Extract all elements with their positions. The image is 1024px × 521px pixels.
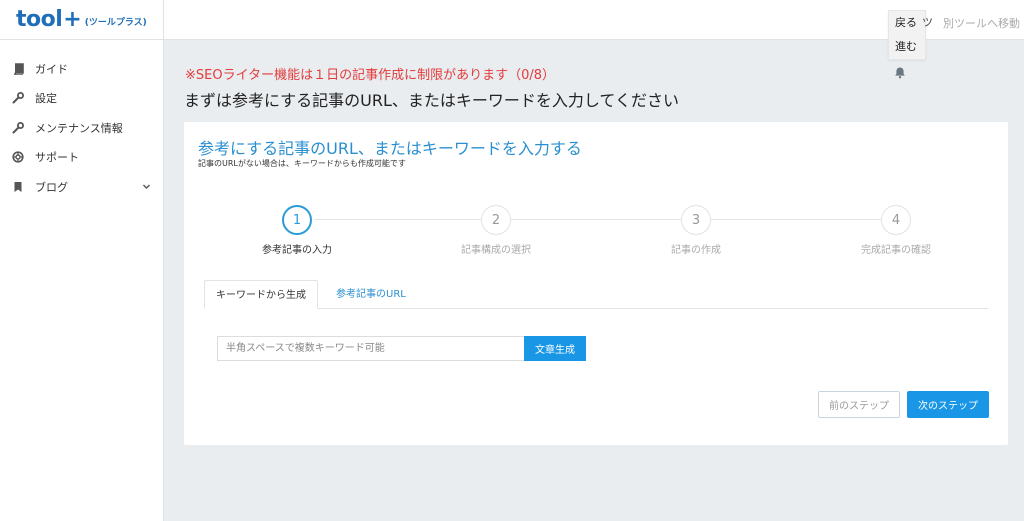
card-subtitle: 記事のURLがない場合は、キーワードからも作成可能です bbox=[198, 159, 406, 168]
generate-button[interactable]: 文章生成 bbox=[524, 336, 586, 361]
step-2-label: 記事構成の選択 bbox=[461, 245, 531, 256]
prev-step-button[interactable]: 前のステップ bbox=[818, 391, 900, 418]
logo[interactable]: tool + (ツールプラス) bbox=[0, 0, 163, 40]
sidebar-item-label: サポート bbox=[35, 151, 79, 165]
stepper-line bbox=[314, 219, 896, 220]
logo-plus: + bbox=[63, 7, 82, 32]
step-2-circle: 2 bbox=[481, 205, 511, 235]
popup-extra-text: ツ bbox=[922, 16, 933, 29]
sidebar-item-label: ガイド bbox=[35, 62, 68, 76]
sidebar-item-label: 設定 bbox=[35, 92, 57, 106]
input-card: 参考にする記事のURL、またはキーワードを入力する 記事のURLがない場合は、キ… bbox=[184, 122, 1008, 445]
limit-notice: ※SEOライター機能は１日の記事作成に制限があります（0/8） bbox=[185, 68, 555, 83]
step-4-label: 完成記事の確認 bbox=[861, 245, 931, 256]
sidebar-item-blog[interactable]: ブログ bbox=[0, 172, 163, 202]
input-mode-tabs: キーワードから生成 参考記事のURL bbox=[204, 280, 988, 309]
keyword-input[interactable] bbox=[217, 336, 524, 361]
sidebar: tool + (ツールプラス) ガイド 設定 メンテナンス情報 サポート ブログ bbox=[0, 0, 164, 521]
sidebar-item-guide[interactable]: ガイド bbox=[0, 54, 163, 84]
sidebar-item-label: メンテナンス情報 bbox=[35, 121, 123, 135]
navigation-popup: 戻る 進む bbox=[888, 10, 926, 60]
step-1-circle: 1 bbox=[282, 205, 312, 235]
other-tools-link[interactable]: 別ツールへ移動 bbox=[943, 15, 1020, 31]
logo-subtitle: (ツールプラス) bbox=[84, 17, 147, 28]
next-step-button[interactable]: 次のステップ bbox=[907, 391, 989, 418]
step-4-circle: 4 bbox=[881, 205, 911, 235]
sidebar-item-settings[interactable]: 設定 bbox=[0, 84, 163, 114]
sidebar-item-label: ブログ bbox=[35, 180, 68, 194]
sidebar-nav: ガイド 設定 メンテナンス情報 サポート ブログ bbox=[0, 40, 163, 202]
step-3-circle: 3 bbox=[681, 205, 711, 235]
bell-icon[interactable] bbox=[894, 64, 906, 83]
chevron-down-icon[interactable] bbox=[142, 181, 151, 194]
step-3-label: 記事の作成 bbox=[671, 245, 721, 256]
book-icon bbox=[11, 62, 25, 76]
tab-reference-url[interactable]: 参考記事のURL bbox=[325, 280, 417, 309]
forward-menu-item[interactable]: 進む bbox=[889, 35, 925, 59]
step-1-label: 参考記事の入力 bbox=[262, 245, 332, 256]
wrench-icon bbox=[11, 121, 25, 135]
sidebar-item-support[interactable]: サポート bbox=[0, 143, 163, 173]
wrench-icon bbox=[11, 91, 25, 105]
logo-text: tool bbox=[16, 7, 63, 32]
page-title: まずは参考にする記事のURL、またはキーワードを入力してください bbox=[184, 91, 679, 110]
lifebuoy-icon bbox=[11, 150, 25, 164]
sidebar-item-maintenance[interactable]: メンテナンス情報 bbox=[0, 113, 163, 143]
bookmark-icon bbox=[11, 180, 25, 194]
back-menu-item[interactable]: 戻る bbox=[889, 11, 925, 35]
card-title: 参考にする記事のURL、またはキーワードを入力する bbox=[198, 139, 582, 158]
tab-keyword[interactable]: キーワードから生成 bbox=[204, 280, 318, 309]
